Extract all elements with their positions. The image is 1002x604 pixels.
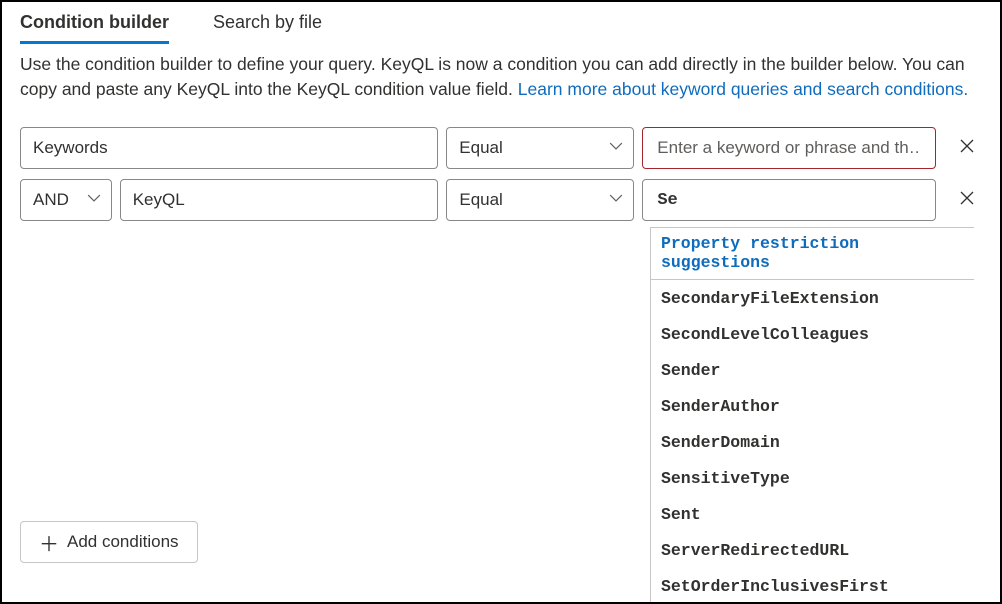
chevron-down-icon (87, 190, 101, 210)
tab-strip: Condition builder Search by file (2, 2, 1000, 44)
property-value: Keywords (33, 138, 108, 158)
suggestion-item[interactable]: Sent (651, 496, 974, 532)
suggestion-item[interactable]: ServerRedirectedURL (651, 532, 974, 568)
keyql-input-wrapper (642, 179, 936, 221)
condition-rows: Keywords Equal AND (2, 101, 1000, 221)
remove-row-button[interactable] (952, 133, 982, 163)
keyword-input-wrapper (642, 127, 936, 169)
chevron-down-icon (609, 190, 623, 210)
property-dropdown[interactable]: KeyQL (120, 179, 439, 221)
suggestion-item[interactable]: SetOrderInclusivesFirst (651, 568, 974, 604)
description-text: Use the condition builder to define your… (2, 44, 1000, 101)
plus-icon: ＋ (39, 528, 59, 557)
logic-dropdown[interactable]: AND (20, 179, 112, 221)
suggestions-popup: Property restriction suggestions Seconda… (650, 227, 974, 604)
suggestion-item[interactable]: SenderAuthor (651, 388, 974, 424)
property-dropdown[interactable]: Keywords (20, 127, 438, 169)
close-icon (959, 137, 975, 160)
chevron-down-icon (609, 138, 623, 158)
learn-more-link[interactable]: Learn more about keyword queries and sea… (518, 79, 968, 99)
keyword-input[interactable] (655, 128, 923, 168)
logic-value: AND (33, 190, 69, 210)
remove-row-button[interactable] (952, 185, 982, 215)
suggestion-item[interactable]: SensitiveType (651, 460, 974, 496)
close-icon (959, 189, 975, 212)
operator-value: Equal (459, 190, 502, 210)
operator-value: Equal (459, 138, 502, 158)
operator-dropdown[interactable]: Equal (446, 179, 634, 221)
condition-row: Keywords Equal (20, 127, 982, 169)
suggestions-header: Property restriction suggestions (651, 228, 974, 280)
suggestion-item[interactable]: SecondLevelColleagues (651, 316, 974, 352)
property-value: KeyQL (133, 190, 185, 210)
keyql-input[interactable] (655, 180, 923, 220)
condition-builder-panel: Condition builder Search by file Use the… (0, 0, 1002, 604)
add-conditions-button[interactable]: ＋ Add conditions (20, 521, 198, 563)
suggestion-item[interactable]: SenderDomain (651, 424, 974, 460)
tab-condition-builder[interactable]: Condition builder (20, 12, 169, 44)
suggestion-item[interactable]: Sender (651, 352, 974, 388)
operator-dropdown[interactable]: Equal (446, 127, 634, 169)
tab-search-by-file[interactable]: Search by file (213, 12, 322, 44)
condition-row: AND KeyQL Equal (20, 179, 982, 221)
suggestion-item[interactable]: SecondaryFileExtension (651, 280, 974, 316)
add-conditions-label: Add conditions (67, 532, 179, 552)
